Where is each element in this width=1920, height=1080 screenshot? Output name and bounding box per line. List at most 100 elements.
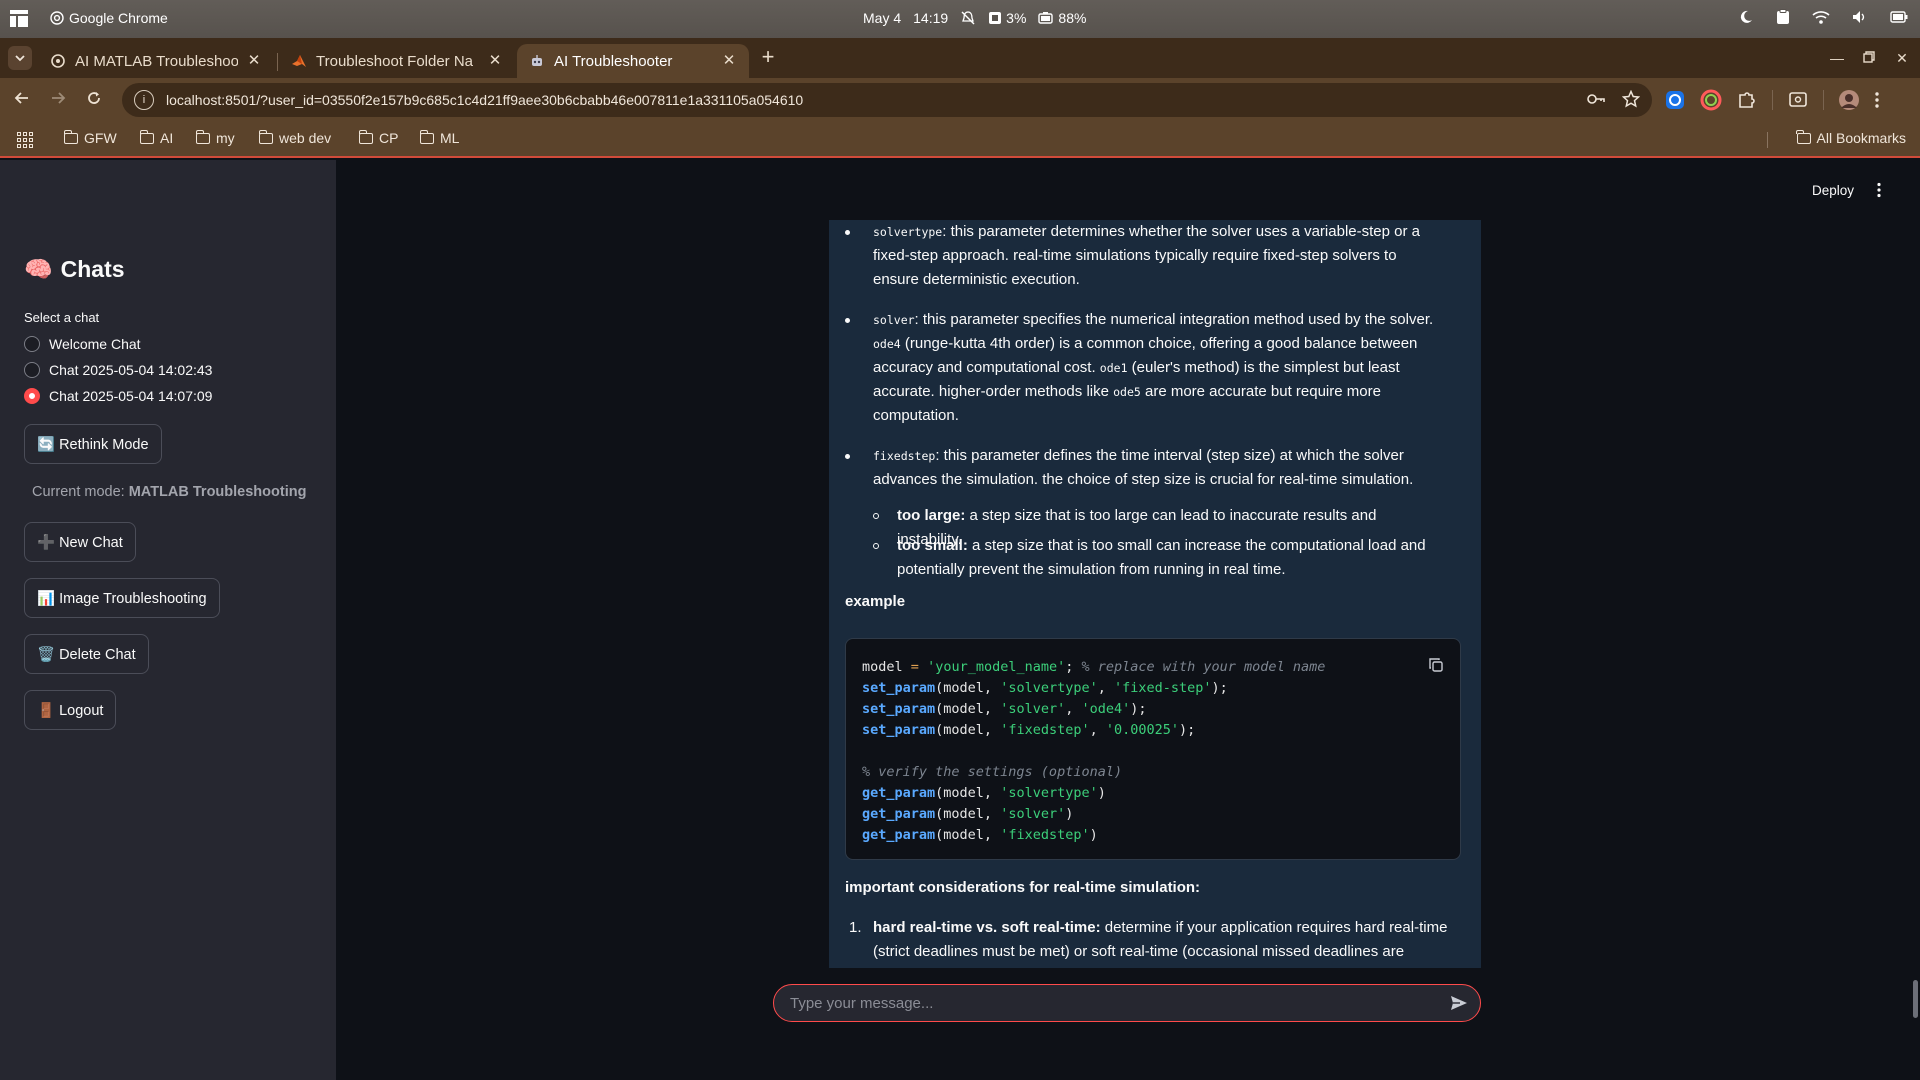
image-troubleshooting-button[interactable]: 📊 Image Troubleshooting (24, 578, 220, 618)
new-tab-button[interactable]: + (756, 46, 780, 70)
bookmark-label: ML (440, 130, 460, 146)
apps-grid-icon[interactable] (17, 132, 33, 148)
rethink-mode-button[interactable]: 🔄 Rethink Mode (24, 424, 162, 464)
time-label: 14:19 (913, 10, 949, 26)
os-top-bar: Google Chrome May 4 14:19 3% 88% (0, 0, 1920, 38)
notifications-off-icon (961, 11, 975, 25)
sub-item-text: a step size that is too small can increa… (897, 537, 1426, 578)
chat-option-label: Welcome Chat (49, 336, 141, 352)
bookmark-star-icon[interactable] (1622, 90, 1640, 108)
bookmark-ml[interactable]: ML (419, 129, 460, 146)
bookmark-label: web dev (279, 130, 332, 146)
tab-ai-troubleshooter[interactable]: AI Troubleshooter ✕ (517, 44, 749, 78)
address-bar[interactable]: i localhost:8501/?user_id=03550f2e157b9c… (122, 83, 1652, 117)
code-token: 'solver' (1000, 701, 1066, 717)
minimize-icon[interactable]: — (1827, 48, 1847, 68)
bookmarks-bar: GFW AI my web dev CP ML All Bookmarks (0, 122, 1920, 158)
battery-indicator: 88% (1038, 10, 1086, 26)
send-icon[interactable] (1450, 995, 1468, 1011)
chrome-icon (50, 11, 64, 25)
close-icon[interactable]: ✕ (246, 53, 262, 69)
tab-troubleshoot-folder[interactable]: Troubleshoot Folder Na ✕ (279, 44, 515, 78)
extension-color-icon[interactable] (1700, 89, 1722, 111)
sub-item-bold: too small: (897, 537, 968, 554)
tab-ai-matlab[interactable]: AI MATLAB Troubleshoo ✕ (38, 44, 274, 78)
tab-title: Troubleshoot Folder Na (316, 52, 474, 70)
clipboard-icon[interactable] (1776, 9, 1790, 25)
current-mode-value: MATLAB Troubleshooting (128, 484, 307, 500)
extension-blue-icon[interactable] (1664, 89, 1686, 111)
all-bookmarks-button[interactable]: All Bookmarks (1796, 129, 1906, 146)
select-chat-label: Select a chat (24, 310, 100, 325)
main-menu-icon[interactable] (1876, 182, 1882, 203)
cpu-indicator: 3% (988, 10, 1026, 26)
inline-code: ode4 (873, 337, 901, 351)
extensions-area (1664, 89, 1880, 111)
code-token: 'solver' (1000, 806, 1066, 822)
app-menu[interactable]: Google Chrome (50, 10, 168, 26)
code-line: model = 'your_model_name'; % replace wit… (862, 659, 1325, 675)
chat-option-label: Chat 2025-05-04 14:07:09 (49, 388, 213, 404)
code-token: 'fixedstep' (1000, 827, 1090, 843)
bookmark-cp[interactable]: CP (358, 129, 398, 146)
password-key-icon[interactable] (1586, 90, 1606, 108)
chrome-menu-icon[interactable] (1874, 91, 1880, 109)
logout-button[interactable]: 🚪 Logout (24, 690, 117, 730)
close-icon[interactable]: ✕ (721, 53, 737, 69)
system-tray[interactable] (1738, 9, 1908, 25)
delete-chat-button[interactable]: 🗑️ Delete Chat (24, 634, 149, 674)
bookmark-gfw[interactable]: GFW (63, 129, 117, 146)
code-token: set_param (862, 680, 936, 696)
activities-icon[interactable] (10, 10, 28, 27)
radio-button-selected[interactable] (24, 388, 40, 404)
chat-option-1[interactable]: Chat 2025-05-04 14:02:43 (24, 362, 212, 378)
chat-option-2[interactable]: Chat 2025-05-04 14:07:09 (24, 388, 212, 404)
puzzle-icon[interactable] (1736, 89, 1758, 111)
folder-icon (358, 129, 373, 144)
night-mode-icon[interactable] (1738, 9, 1754, 25)
back-icon[interactable] (10, 88, 34, 112)
bullet-ring (873, 543, 879, 549)
code-line: set_param(model, 'fixedstep', '0.00025')… (862, 722, 1196, 738)
forward-icon[interactable] (46, 88, 70, 112)
chat-message-input[interactable] (790, 994, 1430, 1012)
restore-icon[interactable] (1859, 48, 1879, 68)
tab-separator (277, 53, 278, 71)
code-line: get_param(model, 'solvertype') (862, 785, 1106, 801)
bookmark-my[interactable]: my (195, 129, 235, 146)
robot-icon (529, 53, 545, 69)
reading-mode-icon[interactable] (1787, 89, 1809, 111)
site-info-icon[interactable]: i (134, 90, 154, 110)
inline-code: solver (873, 313, 915, 327)
avatar[interactable] (1838, 89, 1860, 111)
code-token: ; (1065, 659, 1082, 675)
radio-button[interactable] (24, 362, 40, 378)
bookmark-ai[interactable]: AI (139, 129, 173, 146)
new-chat-button[interactable]: ➕ New Chat (24, 522, 136, 562)
close-icon[interactable]: ✕ (487, 53, 503, 69)
power-battery-icon[interactable] (1890, 10, 1908, 24)
assistant-message: solvertype: this parameter determines wh… (829, 220, 1481, 968)
window-close-icon[interactable]: ✕ (1892, 48, 1912, 68)
scrollbar-thumb[interactable] (1913, 980, 1918, 1018)
reload-icon[interactable] (82, 88, 106, 112)
code-content: model = 'your_model_name'; % replace wit… (862, 657, 1325, 846)
code-token: '0.00025' (1105, 722, 1180, 738)
wifi-icon[interactable] (1812, 10, 1830, 24)
deploy-button[interactable]: Deploy (1812, 183, 1854, 198)
numbered-list-item: 1. hard real-time vs. soft real-time: de… (849, 916, 1449, 964)
tab-search-button[interactable] (8, 46, 32, 70)
bullet-dot (845, 318, 850, 323)
code-token: 'solvertype' (1000, 680, 1098, 696)
bullet-ring (873, 513, 879, 519)
clock-area[interactable]: May 4 14:19 3% 88% (863, 10, 1086, 26)
chat-option-welcome[interactable]: Welcome Chat (24, 336, 141, 352)
volume-icon[interactable] (1852, 10, 1868, 24)
copy-icon[interactable] (1428, 657, 1444, 673)
code-token: = (910, 659, 919, 675)
bookmark-web-dev[interactable]: web dev (258, 129, 332, 146)
brain-icon: 🧠 (24, 256, 53, 282)
main-area: Deploy solvertype: this parameter determ… (336, 160, 1920, 1080)
radio-button[interactable] (24, 336, 40, 352)
